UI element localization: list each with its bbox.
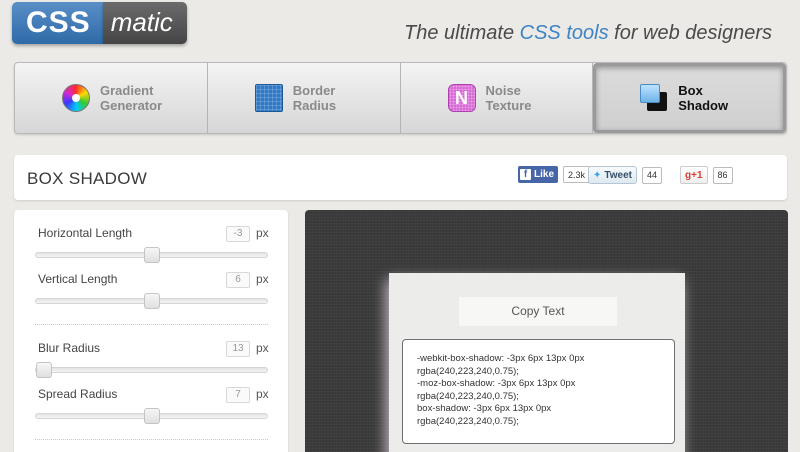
blur-radius-value[interactable]: 13 [226,341,250,357]
spread-radius-slider[interactable] [35,408,268,424]
vertical-length-value[interactable]: 6 [226,272,250,288]
vertical-length-slider[interactable] [35,293,268,309]
logo-matic-part: matic [102,2,187,44]
tab-box-shadow[interactable]: Box Shadow [593,63,786,133]
noise-texture-icon: N [447,84,476,112]
gplus-button[interactable]: g +1 [680,166,708,184]
horizontal-length-slider[interactable] [35,247,268,263]
unit-label: px [256,272,269,286]
code-line: -webkit-box-shadow: -3px 6px 13px 0px [417,353,585,364]
code-line: box-shadow: -3px 6px 13px 0px [417,403,552,414]
facebook-like-button[interactable]: f Like [518,166,559,183]
copy-text-button[interactable]: Copy Text [459,297,617,326]
shadow-demo-box: Copy Text -webkit-box-shadow: -3px 6px 1… [389,273,685,452]
gplus-widget: g +1 86 [680,166,733,184]
facebook-like-count: 2.3k [563,166,591,183]
divider [35,439,268,440]
tagline-accent: CSS tools [519,22,609,44]
slider-handle[interactable] [144,293,160,309]
code-line: rgba(240,223,240,0.75); [417,415,519,427]
tagline: The ultimate CSS tools for web designers [404,22,772,45]
title-bar: BOX SHADOW f Like 2.3k ✦ Tweet 44 g +1 86 [14,155,787,200]
unit-label: px [256,226,269,240]
preview-area: Copy Text -webkit-box-shadow: -3px 6px 1… [305,210,788,452]
tab-label: Gradient Generator [100,83,163,113]
tagline-post: for web designers [608,22,772,44]
facebook-like-widget: f Like 2.3k [518,166,591,183]
code-line: rgba(240,223,240,0.75); [417,365,519,377]
twitter-widget: ✦ Tweet 44 [588,166,663,184]
cssmatic-logo[interactable]: CSS matic [12,2,187,44]
facebook-icon: f [520,169,531,180]
tab-label: Noise Texture [485,83,532,113]
tweet-count: 44 [642,166,663,184]
css-code-output[interactable]: -webkit-box-shadow: -3px 6px 13px 0px rg… [402,339,675,444]
slider-handle[interactable] [144,247,160,263]
gradient-wheel-icon [62,84,90,112]
control-label: Vertical Length [38,272,118,286]
slider-handle[interactable] [144,408,160,424]
control-label: Blur Radius [38,341,101,355]
divider [35,324,268,325]
controls-panel: Horizontal Length -3 px Vertical Length … [14,210,288,452]
tab-label: Border Radius [292,83,337,113]
twitter-bird-icon: ✦ [593,169,602,181]
tweet-button[interactable]: ✦ Tweet [588,166,637,184]
tagline-pre: The ultimate [404,22,520,44]
code-line: rgba(240,223,240,0.75); [417,390,519,402]
border-radius-icon [254,84,283,112]
tab-noise-texture[interactable]: N Noise Texture [401,63,594,133]
blur-radius-slider[interactable] [35,362,268,378]
tab-label: Box Shadow [678,83,729,113]
tab-gradient-generator[interactable]: Gradient Generator [15,63,208,133]
tool-tabs: Gradient Generator Border Radius N Noise Te… [14,62,787,134]
control-label: Horizontal Length [38,226,133,240]
tab-border-radius[interactable]: Border Radius [208,63,401,133]
control-label: Spread Radius [38,387,118,401]
code-line: -moz-box-shadow: -3px 6px 13px 0px [417,378,576,389]
horizontal-length-value[interactable]: -3 [226,226,250,242]
slider-handle[interactable] [36,362,52,378]
unit-label: px [256,341,269,355]
page-title: BOX SHADOW [27,169,148,188]
logo-css-part: CSS [12,2,103,44]
spread-radius-value[interactable]: 7 [226,387,250,403]
unit-label: px [256,387,269,401]
gplus-count: 86 [712,166,733,184]
box-shadow-icon [640,84,668,112]
